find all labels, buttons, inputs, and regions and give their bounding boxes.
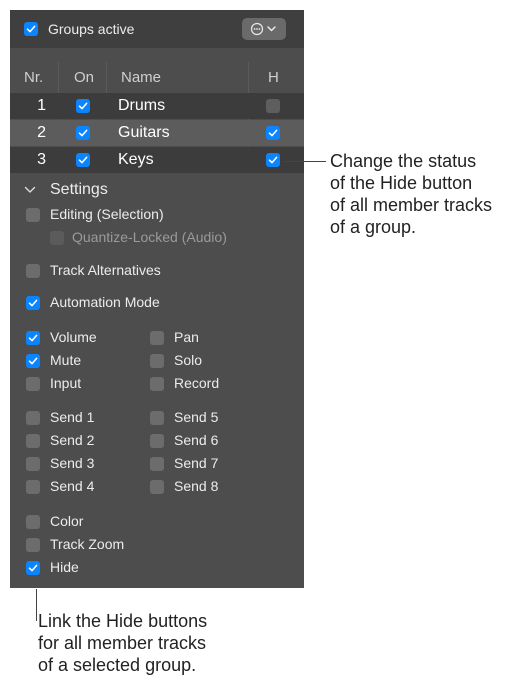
volume-label: Volume <box>50 329 97 345</box>
settings-title: Settings <box>50 181 108 198</box>
send-7-checkbox[interactable] <box>150 457 164 471</box>
column-header-nr: Nr. <box>24 69 44 86</box>
color-label: Color <box>50 513 84 529</box>
group-number: 3 <box>37 151 46 168</box>
track-zoom-label: Track Zoom <box>50 536 125 552</box>
checkmark-icon <box>28 357 38 365</box>
solo-label: Solo <box>174 352 203 368</box>
record-label: Record <box>174 375 220 391</box>
groups-active-label: Groups active <box>48 21 135 37</box>
callout-line: Change the status <box>330 151 477 171</box>
group-on-checkbox[interactable] <box>76 153 90 167</box>
send-7-label: Send 7 <box>174 455 219 471</box>
group-number: 1 <box>37 97 46 114</box>
solo-checkbox[interactable] <box>150 354 164 368</box>
groups-active-checkbox[interactable] <box>24 22 38 36</box>
send-5-checkbox[interactable] <box>150 411 164 425</box>
send-4-label: Send 4 <box>50 478 95 494</box>
track-alternatives-checkbox[interactable] <box>26 264 40 278</box>
callout-line: of a selected group. <box>38 655 197 675</box>
send-3-checkbox[interactable] <box>26 457 40 471</box>
checkmark-icon <box>78 102 88 110</box>
send-4-checkbox[interactable] <box>26 480 40 494</box>
group-name[interactable]: Keys <box>118 147 154 173</box>
group-row[interactable]: 2 Guitars <box>10 120 304 146</box>
input-label: Input <box>50 375 82 391</box>
automation-mode-label: Automation Mode <box>50 294 160 310</box>
quantize-locked-checkbox[interactable] <box>50 231 64 245</box>
callout-line: of the Hide button <box>330 173 473 193</box>
callout-line: Link the Hide buttons <box>38 611 208 631</box>
track-zoom-checkbox[interactable] <box>26 538 40 552</box>
group-hide-checkbox[interactable] <box>266 126 280 140</box>
callout-line: for all member tracks <box>38 633 207 653</box>
checkmark-icon <box>28 334 38 342</box>
track-alternatives-label: Track Alternatives <box>50 262 161 278</box>
group-hide-checkbox[interactable] <box>266 99 280 113</box>
pan-checkbox[interactable] <box>150 331 164 345</box>
editing-selection-label: Editing (Selection) <box>50 206 164 222</box>
send-5-label: Send 5 <box>174 409 219 425</box>
chevron-down-icon <box>24 186 36 193</box>
mute-checkbox[interactable] <box>26 354 40 368</box>
checkmark-icon <box>26 25 36 33</box>
group-on-checkbox[interactable] <box>76 99 90 113</box>
volume-checkbox[interactable] <box>26 331 40 345</box>
editing-selection-checkbox[interactable] <box>26 208 40 222</box>
group-on-checkbox[interactable] <box>76 126 90 140</box>
send-1-checkbox[interactable] <box>26 411 40 425</box>
quantize-locked-label: Quantize-Locked (Audio) <box>72 229 227 245</box>
group-row[interactable]: 3 Keys <box>10 147 304 173</box>
input-checkbox[interactable] <box>26 377 40 391</box>
group-hide-checkbox[interactable] <box>266 153 280 167</box>
hide-label: Hide <box>50 559 79 575</box>
checkmark-icon <box>28 299 38 307</box>
groups-header: Groups active <box>10 10 304 48</box>
send-2-label: Send 2 <box>50 432 95 448</box>
ellipsis-circle-icon <box>250 22 276 36</box>
checkmark-icon <box>268 156 278 164</box>
callout-line: of all member tracks <box>330 195 493 215</box>
column-header-hide: H <box>268 69 279 86</box>
automation-mode-checkbox[interactable] <box>26 296 40 310</box>
group-table-header: Nr. On Name H <box>10 62 304 94</box>
record-checkbox[interactable] <box>150 377 164 391</box>
send-3-label: Send 3 <box>50 455 95 471</box>
mute-label: Mute <box>50 352 82 368</box>
checkmark-icon <box>268 129 278 137</box>
group-name[interactable]: Drums <box>118 93 165 119</box>
group-row[interactable]: 1 Drums <box>10 93 304 119</box>
send-8-label: Send 8 <box>174 478 219 494</box>
checkmark-icon <box>78 129 88 137</box>
send-8-checkbox[interactable] <box>150 480 164 494</box>
callout-leader-line <box>284 161 326 162</box>
send-1-label: Send 1 <box>50 409 95 425</box>
callout-line: of a group. <box>330 217 417 237</box>
checkmark-icon <box>78 156 88 164</box>
chevron-down-icon <box>267 26 276 32</box>
column-header-name: Name <box>121 69 162 86</box>
group-number: 2 <box>37 124 46 141</box>
send-2-checkbox[interactable] <box>26 434 40 448</box>
color-checkbox[interactable] <box>26 515 40 529</box>
group-inspector-panel: Groups active Nr. On Name H 1 Drums 2 Gu… <box>10 10 304 588</box>
callout-leader-line <box>36 589 37 621</box>
group-name[interactable]: Guitars <box>118 120 170 146</box>
checkmark-icon <box>28 564 38 572</box>
column-header-on: On <box>74 69 95 86</box>
group-menu-button[interactable] <box>242 18 286 40</box>
send-6-checkbox[interactable] <box>150 434 164 448</box>
pan-label: Pan <box>174 329 199 345</box>
hide-checkbox[interactable] <box>26 561 40 575</box>
send-6-label: Send 6 <box>174 432 219 448</box>
